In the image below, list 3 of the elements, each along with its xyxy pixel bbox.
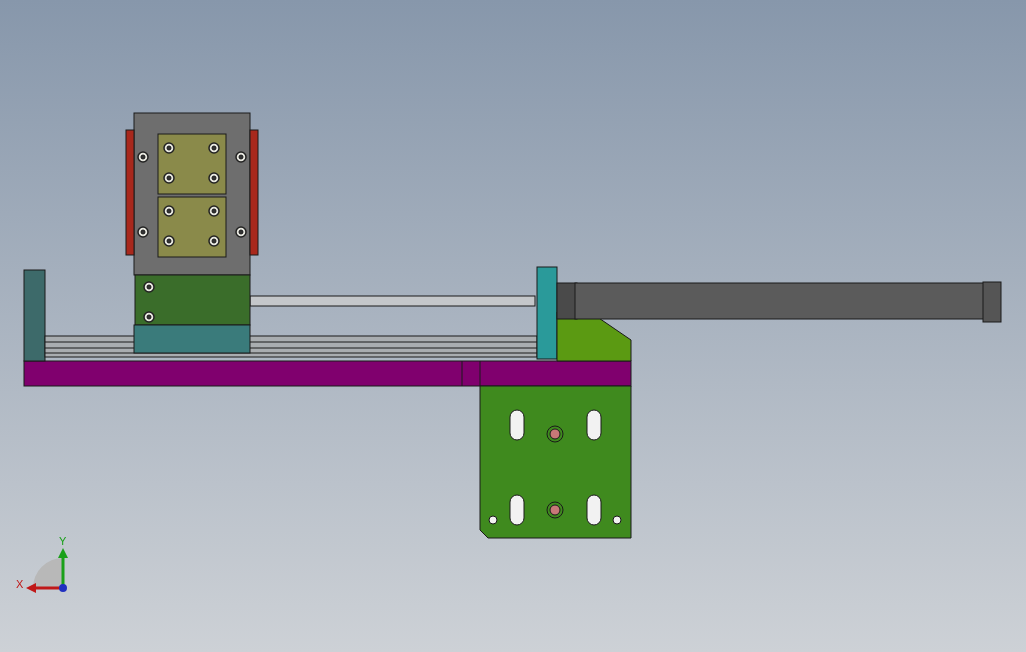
x-axis-label: X [16, 578, 24, 590]
axis-triad-icon [26, 548, 68, 593]
y-axis-label: Y [59, 535, 67, 547]
